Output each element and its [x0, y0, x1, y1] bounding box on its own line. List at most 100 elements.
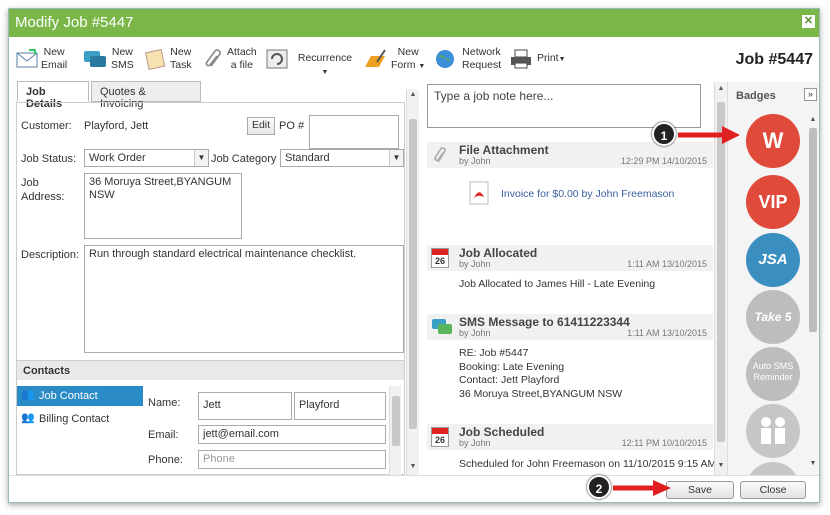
job-note-input[interactable]: Type a job note here... — [427, 84, 701, 128]
close-icon[interactable]: ✕ — [802, 15, 815, 28]
entry-author: by John — [459, 156, 491, 166]
entry-body-sms: RE: Job #5447 Booking: Late Evening Cont… — [459, 347, 622, 401]
tab-quotes-invoicing[interactable]: Quotes & Invoicing — [91, 81, 201, 110]
details-scrollbar[interactable]: ▲ ▼ — [406, 89, 419, 475]
new-email-button[interactable]: New Email — [15, 44, 79, 76]
entry-title: File Attachment — [459, 143, 549, 157]
calendar-day: 26 — [434, 256, 445, 266]
job-category-select[interactable]: Standard ▼ — [280, 149, 404, 167]
new-task-button[interactable]: New Task — [143, 44, 199, 76]
collapse-badges-icon[interactable]: » — [804, 88, 817, 101]
contact-item-job[interactable]: 👥 Job Contact — [17, 386, 143, 406]
sms-line-1: RE: Job #5447 — [459, 347, 529, 359]
tab-job-details[interactable]: Job Details — [17, 81, 89, 110]
first-name-input[interactable]: Jett — [198, 392, 292, 420]
job-category-value: Standard — [285, 152, 330, 164]
sms-line-3: Contact: Jett Playford — [459, 374, 560, 386]
email-field[interactable]: jett@email.com — [198, 425, 386, 444]
contacts-scrollbar[interactable] — [389, 386, 401, 475]
attach-file-button[interactable]: Attach a file — [203, 44, 261, 76]
entry-title: Job Scheduled — [459, 425, 545, 439]
network-request-button[interactable]: Network Request — [433, 44, 505, 76]
annotation-marker-2: 2 — [587, 475, 611, 499]
form-icon — [365, 49, 386, 67]
modify-job-window: Modify Job #5447 ✕ New Email New SMS New Ta… — [8, 8, 820, 503]
badges-scrollbar-thumb[interactable] — [809, 128, 817, 332]
new-form-chevron-icon: ▼ — [418, 63, 426, 70]
badges-scroll-down-icon[interactable]: ▼ — [807, 460, 819, 467]
recurrence-button[interactable]: Recurrence ▼ — [265, 44, 357, 76]
feed-entry-job-allocated: 26 Job Allocated by John 1:11 AM 13/10/2… — [427, 245, 713, 271]
job-details-panel: Customer: Playford, Jett Edit PO # Job S… — [16, 102, 405, 475]
entry-date: 12:29 PM 14/10/2015 — [620, 156, 707, 166]
recurrence-label: Recurrence — [297, 52, 353, 64]
recurrence-icon — [266, 49, 288, 69]
chevron-down-icon: ▼ — [321, 69, 329, 76]
customer-value: Playford, Jett — [84, 120, 149, 132]
entry-author: by John — [459, 438, 491, 448]
new-form-label-1: New — [397, 46, 419, 58]
feed-scroll-up-icon[interactable]: ▲ — [715, 85, 727, 92]
entry-date: 12:11 PM 10/10/2015 — [621, 438, 707, 448]
job-heading: Job #5447 — [735, 51, 813, 68]
calendar-day: 26 — [434, 435, 445, 445]
job-status-select[interactable]: Work Order ▼ — [84, 149, 209, 167]
entry-body-line: Job Allocated to James Hill - Late Eveni… — [459, 278, 656, 290]
print-button[interactable]: Print▼ — [509, 44, 573, 76]
close-button[interactable]: Close — [740, 481, 806, 499]
network-request-label-1: Network — [462, 46, 501, 58]
entry-author: by John — [459, 328, 491, 338]
po-number-input[interactable] — [309, 115, 399, 149]
new-sms-label-1: New — [111, 46, 133, 58]
title-bar: Modify Job #5447 ✕ — [9, 9, 819, 37]
window-title: Modify Job #5447 — [15, 14, 134, 31]
billing-person-icon: 👥 — [21, 412, 35, 424]
badge-jsa[interactable]: JSA — [746, 233, 800, 287]
contact-name-label: Name: — [148, 397, 181, 409]
po-label: PO # — [279, 120, 305, 132]
entry-body-line: Scheduled for John Freemason on 11/10/20… — [459, 458, 717, 470]
contact-item-billing[interactable]: 👥 Billing Contact — [17, 409, 143, 429]
sms-line-2: Booking: Late Evening — [459, 360, 565, 373]
job-address-line-2: NSW — [89, 189, 115, 201]
badges-scroll-up-icon[interactable]: ▲ — [807, 116, 819, 123]
entry-title: Job Allocated — [459, 246, 538, 260]
badge-w[interactable]: W — [746, 114, 800, 168]
badge-auto-sms-reminder[interactable]: Auto SMS Reminder — [746, 347, 800, 401]
people-icon — [761, 417, 785, 444]
customer-label: Customer: — [21, 120, 72, 132]
badge-vip[interactable]: VIP — [746, 175, 800, 229]
contacts-scrollbar-thumb[interactable] — [392, 396, 400, 446]
badge-take-5[interactable]: Take 5 — [746, 290, 800, 344]
task-icon — [144, 48, 166, 70]
save-button[interactable]: Save — [666, 481, 734, 499]
new-form-button[interactable]: New Form ▼ — [363, 44, 427, 76]
badge-people[interactable] — [746, 404, 800, 458]
scroll-down-icon[interactable]: ▼ — [407, 463, 419, 470]
new-sms-button[interactable]: New SMS — [83, 44, 141, 76]
feed-scrollbar-thumb[interactable] — [717, 102, 725, 442]
scroll-up-icon[interactable]: ▲ — [407, 91, 419, 98]
annotation-marker-1: 1 — [652, 122, 676, 146]
new-sms-label-2: SMS — [111, 59, 134, 71]
invoice-attachment-label: Invoice for $0.00 by John Freemason — [501, 188, 675, 200]
invoice-attachment-link[interactable]: Invoice for $0.00 by John Freemason — [469, 179, 699, 211]
details-scrollbar-thumb[interactable] — [409, 119, 417, 429]
job-address-textarea[interactable]: 36 Moruya Street,BYANGUM NSW — [84, 173, 242, 239]
feed-scroll-down-icon[interactable]: ▼ — [715, 462, 727, 469]
contact-item-billing-label: Billing Contact — [39, 413, 110, 425]
description-textarea[interactable]: Run through standard electrical maintena… — [84, 245, 404, 353]
badges-scrollbar[interactable]: ▲ ▼ — [807, 116, 819, 472]
edit-customer-button[interactable]: Edit — [247, 117, 275, 135]
sms-icon — [84, 51, 106, 67]
paperclip-icon — [434, 147, 446, 163]
new-email-label-2: Email — [41, 59, 68, 71]
print-chevron-icon: ▼ — [558, 56, 566, 63]
globe-icon — [436, 50, 454, 68]
description-label: Description: — [21, 249, 80, 261]
attach-file-label-1: Attach — [227, 46, 257, 58]
phone-field[interactable]: Phone — [198, 450, 386, 469]
activity-feed: Type a job note here... File Attachment … — [423, 82, 719, 475]
last-name-input[interactable]: Playford — [294, 392, 386, 420]
feed-entry-file-attachment: File Attachment by John 12:29 PM 14/10/2… — [427, 142, 713, 168]
